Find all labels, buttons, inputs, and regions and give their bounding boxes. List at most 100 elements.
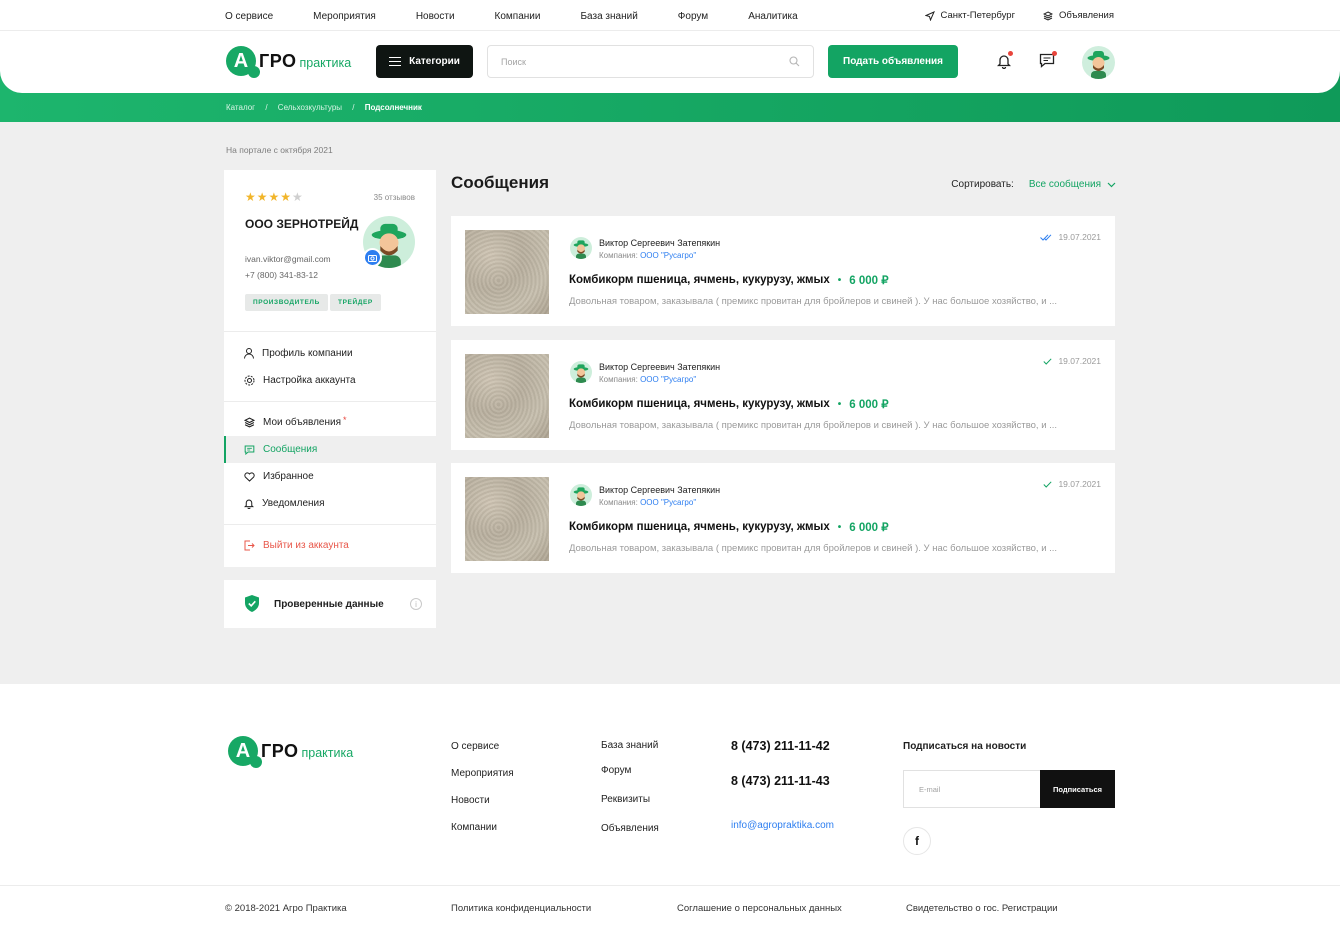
message-title[interactable]: Комбикорм пшеница, ячмень, кукурузу, жмы… [569,397,889,411]
message-date: 19.07.2021 [1040,232,1101,242]
shield-check-icon [245,595,259,612]
footer-link-news[interactable]: Новости [451,795,490,806]
breadcrumb-separator: / [352,103,355,112]
registration-certificate-link[interactable]: Свидетельство о гос. Регистрации [906,903,1058,914]
footer-phone-1[interactable]: 8 (473) 211-11-42 [731,739,830,753]
product-thumbnail[interactable] [465,477,549,561]
top-nav-link-analytics[interactable]: Аналитика [748,11,798,22]
message-card[interactable]: Виктор Сергеевич Затепякин Компания: ООО … [451,216,1115,326]
message-card[interactable]: Виктор Сергеевич Затепякин Компания: ООО … [451,340,1115,450]
divider [224,524,436,525]
subscribe-email-input[interactable] [904,771,1040,807]
gear-icon [244,375,255,386]
facebook-icon[interactable]: f [903,827,931,855]
footer-link-about[interactable]: О сервисе [451,741,499,752]
footer-link-knowledge[interactable]: База знаний [601,740,658,751]
message-title[interactable]: Комбикорм пшеница, ячмень, кукурузу, жмы… [569,520,889,534]
footer-link-ads[interactable]: Объявления [601,823,659,834]
product-thumbnail[interactable] [465,230,549,314]
footer-link-events[interactable]: Мероприятия [451,768,514,779]
copyright: © 2018-2021 Агро Практика [225,903,347,914]
menu-item-my-ads[interactable]: Мои объявления * [224,409,436,436]
chevron-down-icon[interactable] [1107,182,1116,188]
sort-label: Сортировать: [951,179,1014,190]
logo-word-agro: ГРО [261,740,299,761]
product-thumbnail[interactable] [465,354,549,438]
search-icon[interactable] [789,56,800,67]
top-nav-link-about[interactable]: О сервисе [225,11,273,22]
menu-item-logout[interactable]: Выйти из аккаунта [224,532,436,559]
footer-link-requisites[interactable]: Реквизиты [601,794,650,805]
notifications-bell-button[interactable] [996,51,1013,74]
reviews-count[interactable]: 35 отзывов [374,193,415,202]
chat-button[interactable] [1039,51,1057,73]
message-title[interactable]: Комбикорм пшеница, ячмень, кукурузу, жмы… [569,273,889,287]
info-icon[interactable]: i [410,598,422,610]
divider [224,401,436,402]
top-nav-link-events[interactable]: Мероприятия [313,11,376,22]
sender-company-line: Компания: ООО "Русагро" [599,498,696,507]
logo-word-praktika: практика [301,746,354,760]
company-label: Компания: [599,375,638,384]
company-label: Компания: [599,251,638,260]
message-preview: Довольная товаром, заказывала ( премикс … [569,420,1058,431]
ads-label: Объявления [1059,10,1114,21]
layers-icon [244,417,255,428]
rating-stars: ★★★★★ [245,190,304,204]
company-link[interactable]: ООО "Русагро" [640,498,696,507]
date-label: 19.07.2021 [1058,356,1101,366]
sender-name[interactable]: Виктор Сергеевич Затепякин [599,485,720,495]
change-photo-button[interactable] [363,248,382,267]
footer-divider [0,885,1340,886]
company-name: ООО ЗЕРНОТРЕЙД [245,217,359,231]
post-ad-button[interactable]: Подать объявления [828,45,958,78]
required-asterisk: * [343,414,347,425]
company-phone: +7 (800) 341-83-12 [245,270,319,280]
footer-email-link[interactable]: info@agropraktika.com [731,820,834,831]
logo[interactable]: А ГРО практика [226,46,351,78]
personal-data-link[interactable]: Соглашение о персональных данных [677,903,842,914]
check-icon [1043,480,1053,488]
user-avatar[interactable] [1082,46,1115,79]
sender-name[interactable]: Виктор Сергеевич Затепякин [599,362,720,372]
menu-item-favorites[interactable]: Избранное [224,463,436,490]
categories-button[interactable]: Категории [376,45,473,78]
sort-dropdown[interactable]: Все сообщения [1029,179,1101,190]
breadcrumb-crops[interactable]: Сельхозкультуры [278,103,342,112]
city-selector[interactable]: Санкт-Петербург [924,10,1015,21]
listing-title: Комбикорм пшеница, ячмень, кукурузу, жмы… [569,398,830,410]
footer-link-companies[interactable]: Компании [451,822,497,833]
sender-company-line: Компания: ООО "Русагро" [599,251,696,260]
double-check-icon [1040,233,1052,241]
privacy-policy-link[interactable]: Политика конфиденциальности [451,903,591,914]
profile-card: ★★★★★ 35 отзывов ООО ЗЕРНОТРЕЙД ivan.vik… [224,170,436,567]
breadcrumb-catalog[interactable]: Каталог [226,103,255,112]
company-link[interactable]: ООО "Русагро" [640,251,696,260]
menu-label: Настройка аккаунта [263,375,356,386]
menu-item-messages[interactable]: Сообщения [224,436,436,463]
ads-link[interactable]: Объявления [1043,10,1114,21]
subscribe-button[interactable]: Подписаться [1040,770,1115,808]
farmer-avatar-icon [1087,51,1110,79]
sender-name[interactable]: Виктор Сергеевич Затепякин [599,238,720,248]
menu-item-notifications[interactable]: Уведомления [224,490,436,517]
listing-price: 6 000 ₽ [849,522,889,534]
message-card[interactable]: Виктор Сергеевич Затепякин Компания: ООО … [451,463,1115,573]
menu-icon [389,57,402,66]
footer-link-forum[interactable]: Форум [601,765,631,776]
footer-phone-2[interactable]: 8 (473) 211-11-43 [731,774,830,788]
menu-item-company-profile[interactable]: Профиль компании [224,340,436,367]
footer-logo[interactable]: А ГРО практика [228,736,354,768]
search-input[interactable] [488,46,768,77]
menu-item-account-settings[interactable]: Настройка аккаунта [224,367,436,394]
top-nav-link-forum[interactable]: Форум [678,11,708,22]
top-nav-link-companies[interactable]: Компании [495,11,541,22]
company-link[interactable]: ООО "Русагро" [640,375,696,384]
company-label: Компания: [599,498,638,507]
top-nav-link-news[interactable]: Новости [416,11,455,22]
message-date: 19.07.2021 [1043,479,1101,489]
location-arrow-icon [924,10,935,21]
top-nav-link-knowledge[interactable]: База знаний [580,11,637,22]
top-nav-links: О сервисе Мероприятия Новости Компании Б… [225,11,838,22]
menu-label: Сообщения [263,444,318,455]
